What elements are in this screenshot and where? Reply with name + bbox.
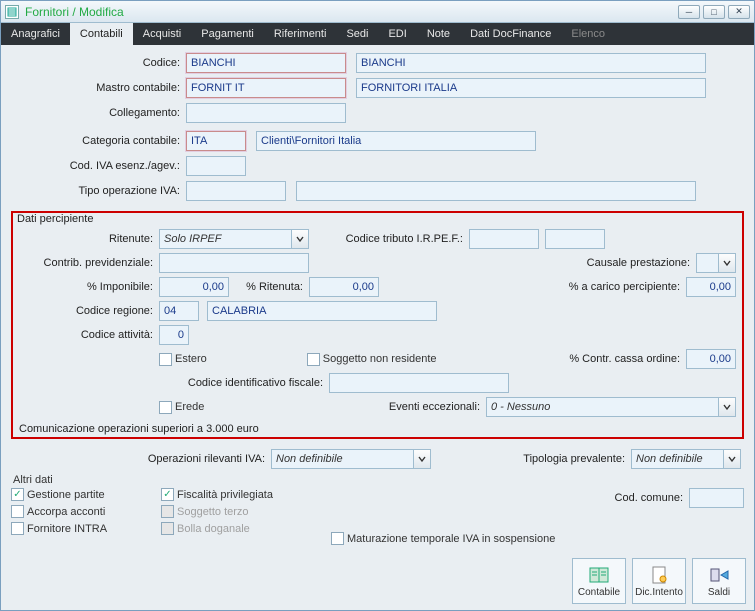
close-button[interactable]: ✕ xyxy=(728,5,750,19)
balance-icon xyxy=(708,565,730,585)
regione-desc[interactable] xyxy=(207,301,437,321)
erede-label: Erede xyxy=(175,401,204,413)
mastro-label: Mastro contabile: xyxy=(11,82,186,94)
carico-input[interactable] xyxy=(686,277,736,297)
erede-checkbox[interactable]: Erede xyxy=(159,401,204,414)
carico-label: % a carico percipiente: xyxy=(536,281,686,293)
tab-sedi[interactable]: Sedi xyxy=(336,23,378,45)
chevron-down-icon xyxy=(413,450,430,468)
tab-edi[interactable]: EDI xyxy=(378,23,416,45)
document-icon xyxy=(648,565,670,585)
contrib-input[interactable] xyxy=(159,253,309,273)
accorpa-checkbox[interactable]: Accorpa acconti xyxy=(11,505,161,518)
tipoop-input[interactable] xyxy=(186,181,286,201)
ritenuta-label: % Ritenuta: xyxy=(229,281,309,293)
codcomune-input[interactable] xyxy=(689,488,744,508)
contabile-button[interactable]: Contabile xyxy=(572,558,626,604)
eventi-label: Eventi eccezionali: xyxy=(366,401,486,413)
altri-dati-label: Altri dati xyxy=(13,474,744,486)
codcomune-label: Cod. comune: xyxy=(589,492,689,504)
causale-select[interactable] xyxy=(696,253,736,273)
window-title: Fornitori / Modifica xyxy=(25,5,678,19)
titlebar: Fornitori / Modifica ─ □ ✕ xyxy=(1,1,754,23)
attivita-label: Codice attività: xyxy=(19,329,159,341)
soggettoterzo-checkbox: Soggetto terzo xyxy=(161,505,331,518)
fiscalita-checkbox[interactable]: Fiscalità privilegiata xyxy=(161,488,331,501)
soggetto-label: Soggetto non residente xyxy=(323,353,437,365)
ledger-icon xyxy=(588,565,610,585)
gestione-partite-checkbox[interactable]: Gestione partite xyxy=(11,488,161,501)
fornitore-intra-checkbox[interactable]: Fornitore INTRA xyxy=(11,522,161,535)
cassa-input[interactable] xyxy=(686,349,736,369)
ritenuta-input[interactable] xyxy=(309,277,379,297)
collegamento-input[interactable] xyxy=(186,103,346,123)
tab-riferimenti[interactable]: Riferimenti xyxy=(264,23,337,45)
mastro-input[interactable] xyxy=(186,78,346,98)
codice-label: Codice: xyxy=(11,57,186,69)
dicintento-button[interactable]: Dic.Intento xyxy=(632,558,686,604)
categoria-desc[interactable] xyxy=(256,131,536,151)
codice-desc[interactable] xyxy=(356,53,706,73)
ritenute-select[interactable]: Solo IRPEF xyxy=(159,229,309,249)
tab-anagrafici[interactable]: Anagrafici xyxy=(1,23,70,45)
tab-elenco: Elenco xyxy=(561,23,615,45)
estero-label: Estero xyxy=(175,353,207,365)
dati-percipiente-group: Dati percipiente Ritenute: Solo IRPEF Co… xyxy=(11,211,744,439)
maturazione-checkbox[interactable]: Maturazione temporale IVA in sospensione xyxy=(331,532,744,545)
oprilevanti-select[interactable]: Non definibile xyxy=(271,449,431,469)
imponibile-label: % Imponibile: xyxy=(19,281,159,293)
chevron-down-icon xyxy=(723,450,740,468)
soggetto-checkbox[interactable]: Soggetto non residente xyxy=(307,353,437,366)
tipologia-select[interactable]: Non definibile xyxy=(631,449,741,469)
contrib-label: Contrib. previdenziale: xyxy=(19,257,159,269)
tipologia-label: Tipologia prevalente: xyxy=(431,453,631,465)
saldi-button[interactable]: Saldi xyxy=(692,558,746,604)
app-icon xyxy=(5,5,19,19)
idfiscale-label: Codice identificativo fiscale: xyxy=(19,377,329,389)
imponibile-input[interactable] xyxy=(159,277,229,297)
tipoop-label: Tipo operazione IVA: xyxy=(11,185,186,197)
collegamento-label: Collegamento: xyxy=(11,107,186,119)
estero-checkbox[interactable]: Estero xyxy=(159,353,207,366)
chevron-down-icon xyxy=(718,398,735,416)
maximize-button[interactable]: □ xyxy=(703,5,725,19)
attivita-input[interactable] xyxy=(159,325,189,345)
tributo-input[interactable] xyxy=(469,229,539,249)
regione-label: Codice regione: xyxy=(19,305,159,317)
codiva-label: Cod. IVA esenz./agev.: xyxy=(11,160,186,172)
codice-input[interactable] xyxy=(186,53,346,73)
tab-contabili[interactable]: Contabili xyxy=(70,23,133,45)
idfiscale-input[interactable] xyxy=(329,373,509,393)
chevron-down-icon xyxy=(718,254,735,272)
causale-label: Causale prestazione: xyxy=(566,257,696,269)
comunicazione-text: Comunicazione operazioni superiori a 3.0… xyxy=(19,423,736,435)
ritenute-label: Ritenute: xyxy=(19,233,159,245)
tributo-input2[interactable] xyxy=(545,229,605,249)
mastro-desc[interactable] xyxy=(356,78,706,98)
tributo-label: Codice tributo I.R.PE.F.: xyxy=(309,233,469,245)
codiva-input[interactable] xyxy=(186,156,246,176)
tipoop-desc[interactable] xyxy=(296,181,696,201)
tab-pagamenti[interactable]: Pagamenti xyxy=(191,23,264,45)
bolla-checkbox: Bolla doganale xyxy=(161,522,331,535)
minimize-button[interactable]: ─ xyxy=(678,5,700,19)
tab-acquisti[interactable]: Acquisti xyxy=(133,23,192,45)
tab-note[interactable]: Note xyxy=(417,23,460,45)
tab-docfinance[interactable]: Dati DocFinance xyxy=(460,23,561,45)
percipiente-legend: Dati percipiente xyxy=(17,213,736,225)
regione-input[interactable] xyxy=(159,301,199,321)
oprilevanti-label: Operazioni rilevanti IVA: xyxy=(11,453,271,465)
cassa-label: % Contr. cassa ordine: xyxy=(536,353,686,365)
chevron-down-icon xyxy=(291,230,308,248)
eventi-select[interactable]: 0 - Nessuno xyxy=(486,397,736,417)
tab-bar: Anagrafici Contabili Acquisti Pagamenti … xyxy=(1,23,754,45)
categoria-label: Categoria contabile: xyxy=(11,135,186,147)
categoria-input[interactable] xyxy=(186,131,246,151)
